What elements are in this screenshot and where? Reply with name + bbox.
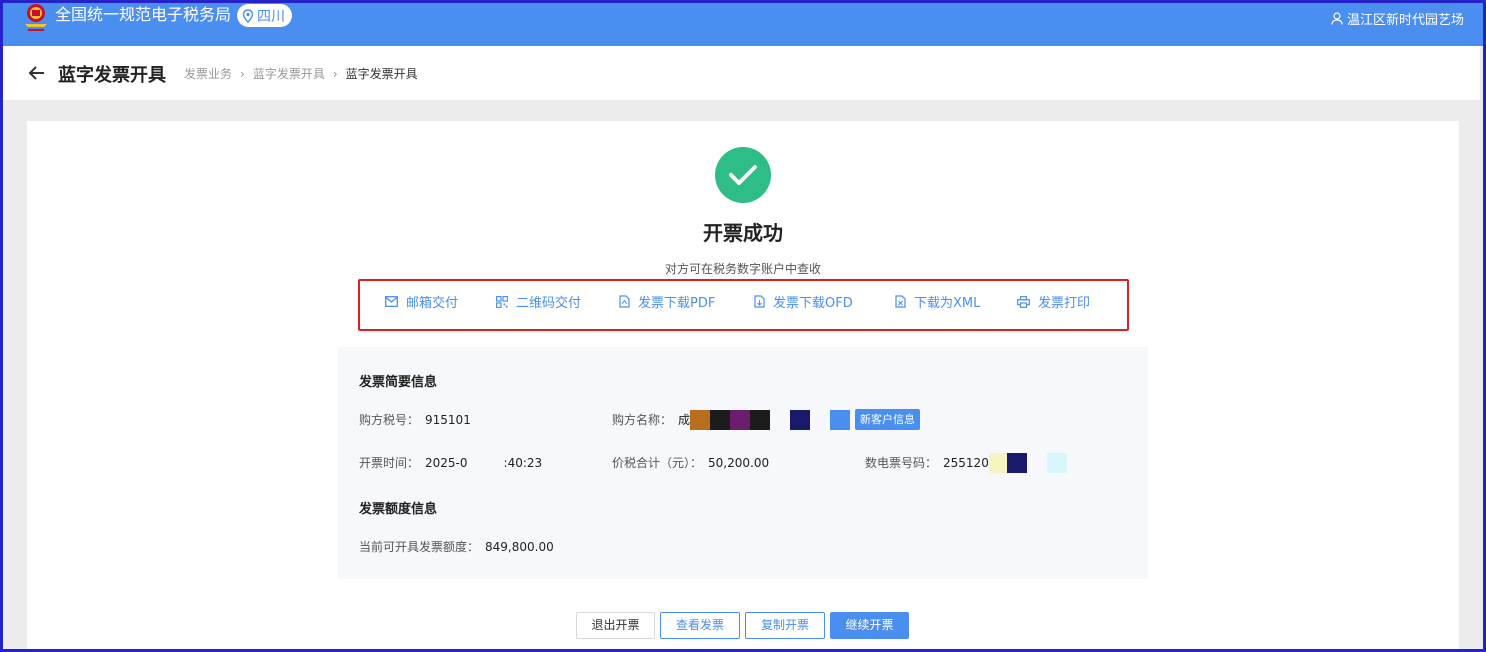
buyer-tax-no: 购方税号： 915101 [359, 409, 471, 430]
page-title: 蓝字发票开具 [58, 65, 166, 86]
download-ofd-link[interactable]: 发票下载OFD [754, 292, 853, 311]
issue-time-value-start: 2025-0 [425, 455, 468, 470]
action-label: 邮箱交付 [406, 296, 459, 311]
ofd-file-icon [754, 295, 765, 308]
breadcrumb-bar: 蓝字发票开具 发票业务 › 蓝字发票开具 › 蓝字发票开具 [3, 46, 1480, 100]
breadcrumb-item-invoice-business[interactable]: 发票业务 [184, 65, 232, 82]
available-quota-label: 当前可开具发票额度： [359, 540, 480, 554]
available-quota-value: 849,800.00 [485, 539, 554, 554]
buyer-name: 购方名称： 成 [612, 409, 851, 430]
breadcrumb-item-blue-invoice[interactable]: 蓝字发票开具 [253, 65, 325, 82]
redaction-block [467, 452, 504, 473]
available-quota: 当前可开具发票额度： 849,800.00 [359, 536, 554, 557]
user-account[interactable]: 温江区新时代园艺场 [1331, 9, 1464, 28]
continue-invoicing-button[interactable]: 继续开票 [830, 612, 909, 639]
action-label: 发票下载PDF [638, 296, 716, 311]
user-icon [1331, 12, 1343, 25]
action-label: 发票打印 [1038, 296, 1091, 311]
redaction-block [1006, 452, 1027, 473]
redaction-block [830, 409, 851, 430]
download-pdf-link[interactable]: 发票下载PDF [619, 292, 715, 311]
copy-invoicing-button[interactable]: 复制开票 [745, 612, 825, 639]
action-label: 二维码交付 [516, 296, 582, 311]
region-label: 四川 [257, 8, 285, 25]
invoice-number-label: 数电票号码： [865, 456, 938, 470]
location-pin-icon [242, 8, 254, 23]
total-amount-value: 50,200.00 [708, 455, 770, 470]
redaction-block [790, 409, 811, 430]
mail-icon [385, 296, 398, 307]
invoice-number: 数电票号码： 255120 [865, 452, 1067, 473]
chevron-right-icon: › [240, 66, 245, 81]
top-header: 全国统一规范电子税务局 四川 温江区新时代园艺场 [0, 0, 1486, 46]
region-badge[interactable]: 四川 [237, 4, 292, 27]
success-title: 开票成功 [703, 221, 783, 245]
result-card: 开票成功 对方可在税务数字账户中查收 邮箱交付 二维码交付 发票下载PDF 发票… [27, 121, 1459, 652]
redaction-block [710, 409, 731, 430]
tax-emblem-icon [25, 4, 47, 31]
total-amount: 价税合计（元）： 50,200.00 [612, 452, 769, 473]
action-label: 下载为XML [914, 296, 981, 311]
new-customer-tag[interactable]: 新客户信息 [855, 409, 920, 430]
buyer-tax-no-value: 915101 [425, 412, 471, 427]
download-xml-link[interactable]: 下载为XML [895, 292, 980, 311]
total-amount-label: 价税合计（元）： [612, 456, 703, 470]
qrcode-delivery-link[interactable]: 二维码交付 [496, 292, 581, 311]
site-title: 全国统一规范电子税务局 [55, 5, 232, 24]
print-invoice-link[interactable]: 发票打印 [1017, 292, 1090, 311]
redaction-block [750, 409, 771, 430]
issue-time: 开票时间： 2025-0 :40:23 [359, 452, 542, 473]
printer-icon [1017, 295, 1030, 308]
success-check-icon [715, 147, 771, 203]
breadcrumb: 发票业务 › 蓝字发票开具 › 蓝字发票开具 [184, 65, 418, 82]
buyer-name-label: 购方名称： [612, 413, 673, 427]
breadcrumb-item-current: 蓝字发票开具 [345, 67, 418, 81]
qrcode-icon [496, 295, 508, 308]
back-arrow-icon[interactable] [27, 63, 47, 83]
redaction-block [1046, 452, 1067, 473]
user-name: 温江区新时代园艺场 [1346, 13, 1464, 28]
redaction-block [730, 409, 751, 430]
delivery-actions-highlight: 邮箱交付 二维码交付 发票下载PDF 发票下载OFD 下载为XML 发票打印 [358, 279, 1129, 331]
pdf-file-icon [619, 295, 630, 308]
action-label: 发票下载OFD [773, 296, 853, 311]
email-delivery-link[interactable]: 邮箱交付 [385, 292, 458, 311]
exit-invoicing-button[interactable]: 退出开票 [576, 612, 655, 639]
issue-time-label: 开票时间： [359, 456, 420, 470]
chevron-right-icon: › [332, 66, 338, 81]
redaction-block [690, 409, 711, 430]
buyer-name-value: 成 [678, 413, 691, 427]
buyer-tax-no-label: 购方税号： [359, 413, 420, 427]
invoice-number-value: 255120 [943, 455, 989, 470]
redaction-block [988, 452, 1007, 473]
view-invoice-button[interactable]: 查看发票 [660, 612, 740, 639]
invoice-info-panel: 发票简要信息 购方税号： 915101 购方名称： 成 新客户信息 开票时间： … [338, 347, 1148, 579]
summary-section-title: 发票简要信息 [359, 375, 438, 390]
xml-file-icon [895, 295, 906, 308]
quota-section-title: 发票额度信息 [359, 502, 438, 517]
issue-time-value-end: :40:23 [503, 455, 543, 470]
success-subtitle: 对方可在税务数字账户中查收 [664, 262, 821, 276]
